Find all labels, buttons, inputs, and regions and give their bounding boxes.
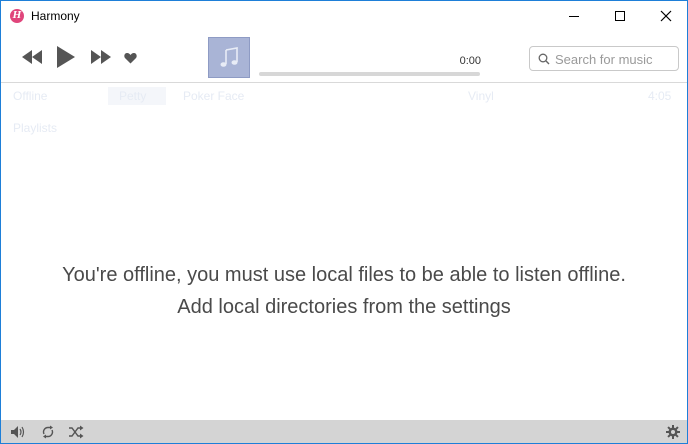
- shuffle-button[interactable]: [68, 424, 84, 440]
- minimize-button[interactable]: [551, 1, 597, 31]
- volume-icon: [11, 426, 25, 438]
- heart-icon: [123, 52, 137, 64]
- volume-button[interactable]: [10, 424, 26, 440]
- offline-message: You're offline, you must use local files…: [41, 259, 647, 323]
- sidebar-item-playlists[interactable]: Playlists: [13, 121, 57, 135]
- shuffle-icon: [69, 425, 84, 439]
- next-icon: [91, 50, 111, 64]
- album-cover: [208, 37, 250, 78]
- offline-message-line1: You're offline, you must use local files…: [62, 264, 626, 286]
- minimize-icon: [569, 15, 579, 17]
- player-bar: 0:00: [1, 31, 687, 83]
- playback-time: 0:00: [459, 55, 481, 67]
- settings-button[interactable]: [665, 424, 681, 440]
- track-title: Poker Face: [183, 89, 245, 103]
- settings-gear-icon: [666, 425, 680, 439]
- repeat-button[interactable]: [40, 424, 56, 440]
- progress-bar[interactable]: [259, 72, 480, 76]
- search-box[interactable]: [529, 46, 679, 71]
- app-logo-icon: H: [10, 9, 24, 23]
- play-icon: [57, 46, 75, 68]
- status-bar: [1, 420, 687, 443]
- maximize-button[interactable]: [597, 1, 643, 31]
- like-button[interactable]: [122, 50, 138, 66]
- next-button[interactable]: [89, 48, 113, 66]
- previous-icon: [22, 50, 42, 64]
- title-bar: H Harmony: [1, 1, 687, 31]
- app-window: H Harmony 0:00 Search for music Offline …: [0, 0, 688, 444]
- search-icon: [538, 53, 550, 65]
- track-duration: 4:05: [648, 89, 672, 103]
- search-input[interactable]: [555, 50, 675, 68]
- tab-active[interactable]: Petty: [119, 89, 146, 103]
- maximize-icon: [615, 11, 625, 21]
- app-title: Harmony: [31, 9, 80, 23]
- track-artist: Vinyl: [468, 89, 494, 103]
- previous-button[interactable]: [20, 48, 44, 66]
- close-icon: [660, 10, 672, 22]
- sidebar-item-offline[interactable]: Offline: [13, 89, 47, 103]
- close-button[interactable]: [643, 1, 688, 31]
- repeat-icon: [42, 425, 54, 439]
- music-note-icon: [220, 46, 238, 67]
- offline-message-line2: Add local directories from the settings: [177, 296, 511, 318]
- play-button[interactable]: [55, 45, 77, 69]
